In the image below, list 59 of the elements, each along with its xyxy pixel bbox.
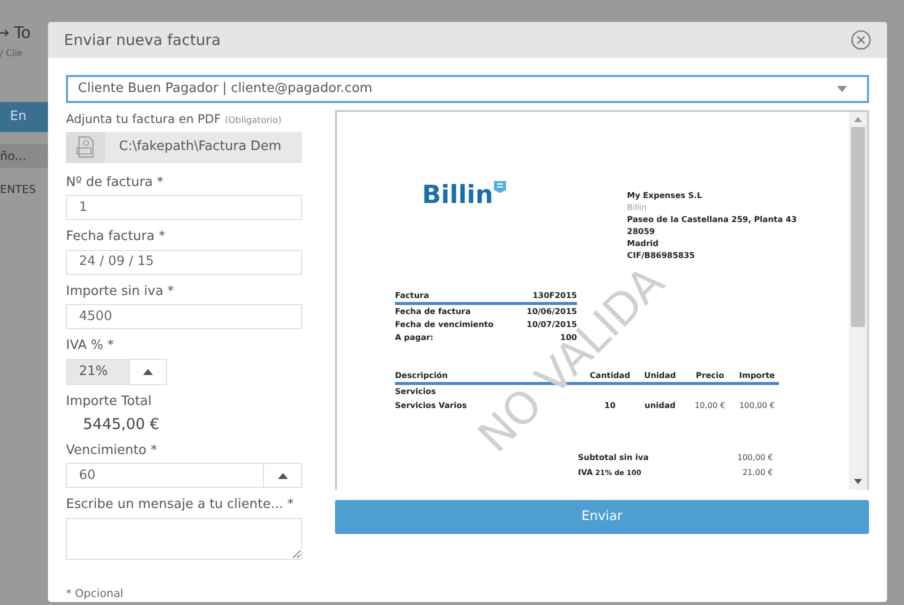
file-field[interactable]: C:\fakepath\Factura Dem bbox=[66, 132, 302, 162]
company-line: Billin bbox=[627, 202, 648, 214]
days-field[interactable]: 60 bbox=[66, 463, 264, 488]
company-line: CIF/B86985835 bbox=[627, 250, 696, 262]
scroll-down-icon[interactable] bbox=[854, 479, 862, 484]
message-field[interactable] bbox=[66, 518, 302, 560]
company-line: Paseo de la Castellana 259, Planta 43 bbox=[627, 214, 797, 226]
table-cell-text: unidad bbox=[644, 400, 676, 412]
logo: Billin bbox=[422, 182, 494, 207]
field-label: IVA % * bbox=[66, 337, 115, 355]
table-cell-text: 100,00 € bbox=[738, 400, 776, 412]
percent-field[interactable]: 21% bbox=[66, 358, 130, 384]
total-label: Importe Total bbox=[66, 392, 153, 410]
scroll-up-icon[interactable] bbox=[854, 117, 862, 122]
close-icon[interactable] bbox=[851, 30, 871, 50]
section-heading: Servicios bbox=[395, 386, 437, 398]
column-header: ENTES bbox=[0, 182, 37, 198]
company-line: 28059 bbox=[627, 226, 656, 238]
dialog-title: Enviar nueva factura bbox=[64, 30, 221, 51]
field-label: Vencimiento * bbox=[66, 442, 158, 460]
stepper-button[interactable] bbox=[130, 358, 167, 384]
caret-up-icon bbox=[278, 472, 288, 478]
total-label: Subtotal sin iva bbox=[578, 452, 649, 464]
total-value: 21,00 € bbox=[742, 467, 773, 479]
company-line: Madrid bbox=[627, 238, 660, 250]
column-header: Precio bbox=[694, 370, 726, 382]
client-select[interactable]: Cliente Buen Pagador | cliente@pagador.com bbox=[66, 75, 869, 103]
table-cell-text: 10 bbox=[603, 400, 617, 412]
arrow-icon bbox=[0, 29, 10, 37]
caret-down-icon bbox=[837, 86, 847, 92]
page-field[interactable]: ño... bbox=[0, 144, 48, 168]
scroll-thumb[interactable] bbox=[851, 127, 865, 327]
pdf-file-icon bbox=[76, 136, 96, 158]
field-label: Escribe un mensaje a tu cliente... * bbox=[66, 496, 295, 514]
summary-label: Fecha de factura bbox=[395, 306, 471, 318]
total-amount: 5445,00 € bbox=[82, 414, 160, 435]
caret-up-icon bbox=[143, 368, 153, 374]
field-label: Nº de factura * bbox=[66, 174, 164, 192]
summary-label: Factura bbox=[395, 290, 429, 302]
stepper-button[interactable] bbox=[264, 463, 302, 488]
summary-label: Fecha de vencimiento bbox=[395, 319, 494, 331]
input-field[interactable]: 1 bbox=[66, 195, 302, 220]
field-label: Importe sin iva * bbox=[66, 282, 175, 300]
company-line: My Expenses S.L bbox=[627, 190, 704, 202]
column-header: Importe bbox=[738, 370, 776, 382]
footnote: * Opcional bbox=[66, 586, 124, 602]
page-title: To bbox=[14, 22, 31, 44]
attachment-label: Adjunta tu factura en PDF (Obligatorio) bbox=[66, 111, 283, 128]
table-cell-text: 10,00 € bbox=[694, 400, 726, 412]
logo-icon bbox=[493, 180, 508, 194]
breadcrumb: / Clie bbox=[0, 48, 24, 61]
page-button[interactable]: En bbox=[0, 102, 48, 132]
total-value: 100,00 € bbox=[737, 452, 773, 464]
input-field[interactable]: 24 / 09 / 15 bbox=[66, 250, 302, 274]
field-label: Fecha factura * bbox=[66, 228, 166, 246]
summary-label: A pagar: bbox=[395, 332, 434, 344]
scrollbar[interactable] bbox=[849, 112, 867, 490]
send-button[interactable]: Enviar bbox=[335, 500, 869, 534]
input-field[interactable]: 4500 bbox=[66, 304, 302, 329]
